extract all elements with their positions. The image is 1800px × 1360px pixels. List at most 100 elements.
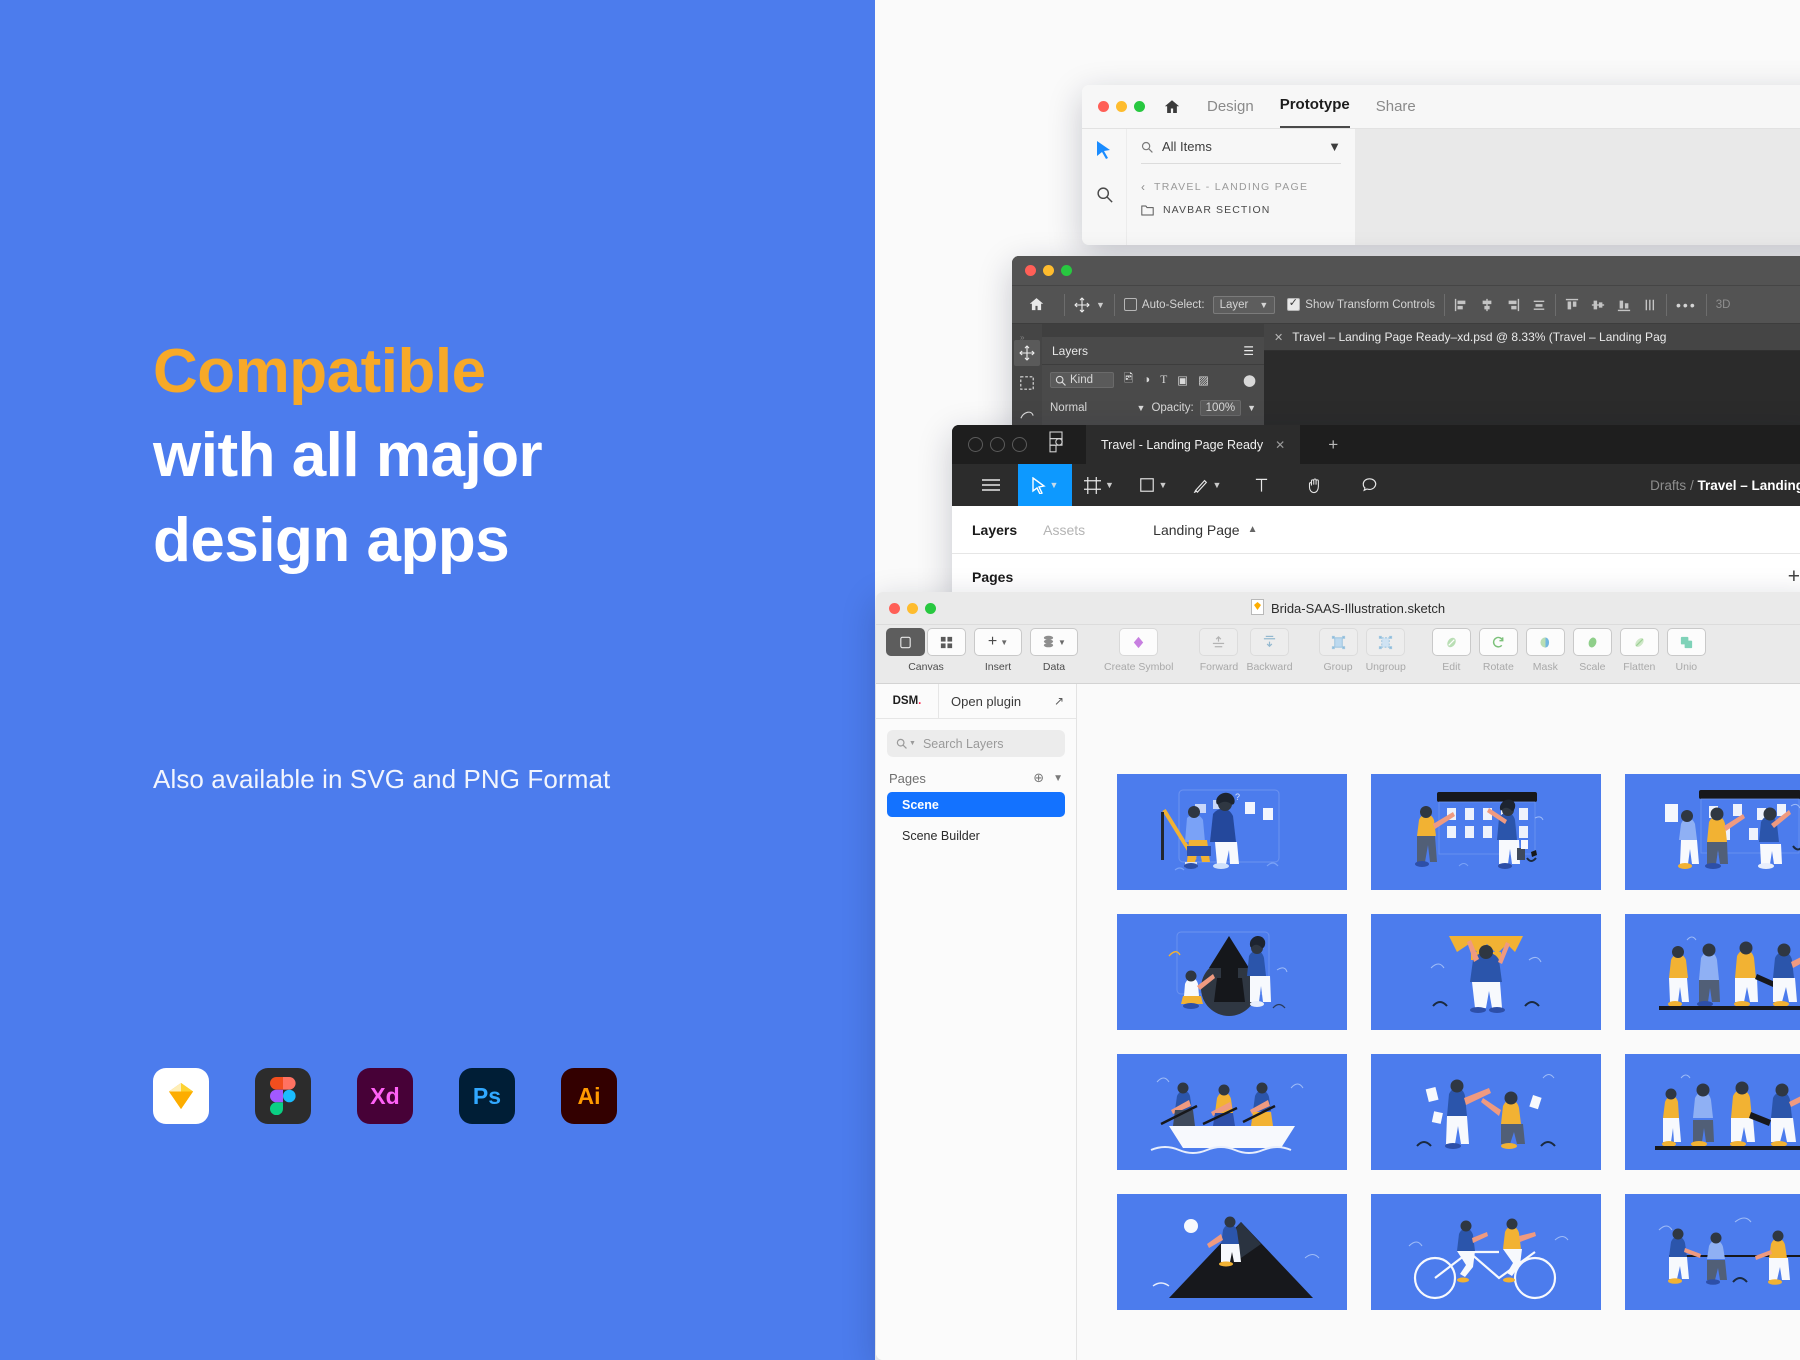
close-icon[interactable]: ✕ [1275,438,1285,452]
page-item-scene[interactable]: Scene [887,792,1065,817]
close-icon[interactable]: ✕ [1274,331,1283,344]
maximize-icon[interactable] [1012,437,1027,452]
layer-item-navbar-section[interactable]: NAVBAR SECTION [1141,204,1341,216]
chevron-left-icon[interactable]: ‹ [1141,180,1145,194]
backward-button[interactable] [1250,628,1289,656]
tab-share[interactable]: Share [1376,85,1416,128]
open-plugin-button[interactable]: Open plugin ↗ [939,694,1076,709]
sketch-canvas[interactable]: ? [1077,684,1800,1360]
figma-document-tab[interactable]: Travel - Landing Page Ready ✕ [1086,425,1300,464]
illustration-whiteboard-planning[interactable]: ? [1117,774,1347,890]
align-center-horizontal-icon[interactable] [1480,298,1494,312]
align-middle-icon[interactable] [1591,298,1605,312]
filter-adjustment-icon[interactable]: ◑ [1143,374,1150,386]
xd-search-field[interactable]: All Items ▼ [1141,139,1341,164]
ungroup-button[interactable] [1366,628,1405,656]
illustration-paper-throw[interactable] [1371,1054,1601,1170]
chevron-down-icon[interactable]: ▼ [1328,139,1341,154]
canvas-view-button[interactable] [886,628,925,656]
home-icon[interactable] [1163,98,1181,116]
filter-image-icon[interactable]: 🖻 [1124,371,1133,390]
flatten-button[interactable] [1620,628,1659,656]
close-icon[interactable] [1098,101,1109,112]
collapse-handle-icon[interactable]: » [1020,328,1034,336]
minimize-icon[interactable] [1116,101,1127,112]
illustration-team-running[interactable] [1625,1054,1800,1170]
maximize-icon[interactable] [1061,265,1072,276]
add-page-icon[interactable]: ⊕ [1033,770,1044,786]
tab-assets[interactable]: Assets [1043,522,1085,538]
frame-tool[interactable]: ▼ [1072,464,1126,506]
shape-tool[interactable]: ▼ [1126,464,1180,506]
maximize-icon[interactable] [1134,101,1145,112]
grid-view-button[interactable] [927,628,966,656]
filter-shape-icon[interactable]: ▣ [1177,373,1188,387]
illustration-chess-strategy[interactable] [1117,914,1347,1030]
close-icon[interactable] [1025,265,1036,276]
more-options-icon[interactable]: ••• [1676,297,1697,313]
layer-kind-select[interactable]: Kind [1050,372,1114,388]
chevron-down-icon[interactable]: ▼ [1053,773,1063,784]
create-symbol-button[interactable] [1119,628,1158,656]
tab-layers[interactable]: Layers [972,522,1017,538]
search-layers-input[interactable]: ▼ Search Layers [887,730,1065,757]
panel-menu-icon[interactable]: ☰ [1243,344,1254,358]
illustration-team-board-reaching[interactable] [1625,774,1800,890]
new-tab-button[interactable]: + [1328,435,1338,455]
filter-text-icon[interactable]: T [1160,374,1167,386]
data-button[interactable]: ▼ [1030,628,1078,656]
3d-mode-label[interactable]: 3D [1716,299,1731,311]
text-tool[interactable] [1234,464,1288,506]
window-controls[interactable] [968,437,1027,452]
illustration-trophy-celebration[interactable] [1371,914,1601,1030]
distribute-horizontal-icon[interactable] [1532,298,1546,312]
add-page-button[interactable]: + [1788,565,1800,589]
rotate-button[interactable] [1479,628,1518,656]
page-item-scene-builder[interactable]: Scene Builder [887,823,1065,848]
chevron-down-icon[interactable]: ▼ [1137,403,1146,413]
move-tool[interactable] [1014,340,1040,366]
illustration-team-lifting[interactable] [1625,914,1800,1030]
xd-canvas[interactable] [1355,129,1800,245]
ps-layers-tab[interactable]: Layers ☰ [1042,337,1264,365]
page-selector[interactable]: Landing Page ▲ [1153,522,1257,538]
blend-mode-select[interactable]: Normal [1050,402,1131,414]
chevron-down-icon[interactable]: ▼ [1247,403,1256,413]
filter-toggle-icon[interactable]: ⬤ [1243,373,1256,387]
illustration-tandem-bicycle[interactable] [1371,1194,1601,1310]
tab-prototype[interactable]: Prototype [1280,85,1350,128]
union-button[interactable] [1667,628,1706,656]
layer-scope-select[interactable]: Layer ▼ [1213,296,1276,314]
distribute-vertical-icon[interactable] [1643,298,1657,312]
minimize-icon[interactable] [990,437,1005,452]
align-top-icon[interactable] [1565,298,1579,312]
chevron-down-icon[interactable]: ▼ [1096,300,1105,310]
minimize-icon[interactable] [1043,265,1054,276]
filter-smart-object-icon[interactable]: ▨ [1198,373,1209,387]
opacity-value[interactable]: 100% [1200,400,1241,416]
home-icon[interactable] [1018,296,1055,313]
breadcrumb[interactable]: ‹ TRAVEL - LANDING PAGE [1141,180,1341,194]
close-icon[interactable] [968,437,983,452]
comment-tool[interactable] [1342,464,1396,506]
select-tool-icon[interactable] [1096,141,1112,164]
insert-button[interactable]: + ▼ [974,628,1022,656]
mask-button[interactable] [1526,628,1565,656]
align-right-icon[interactable] [1506,298,1520,312]
scale-button[interactable] [1573,628,1612,656]
illustration-tug-of-war[interactable] [1625,1194,1800,1310]
pen-tool[interactable]: ▼ [1180,464,1234,506]
illustration-mountain-flag[interactable] [1117,1194,1347,1310]
main-menu-icon[interactable] [964,464,1018,506]
show-transform-checkbox[interactable]: Show Transform Controls [1287,298,1435,311]
group-button[interactable] [1319,628,1358,656]
marquee-tool[interactable] [1014,370,1040,396]
window-controls[interactable] [1098,101,1145,112]
tab-design[interactable]: Design [1207,85,1254,128]
auto-select-checkbox[interactable]: Auto-Select: [1124,298,1205,311]
hand-tool[interactable] [1288,464,1342,506]
zoom-tool-icon[interactable] [1096,186,1113,208]
align-bottom-icon[interactable] [1617,298,1631,312]
forward-button[interactable] [1199,628,1238,656]
window-controls[interactable] [1025,265,1072,276]
